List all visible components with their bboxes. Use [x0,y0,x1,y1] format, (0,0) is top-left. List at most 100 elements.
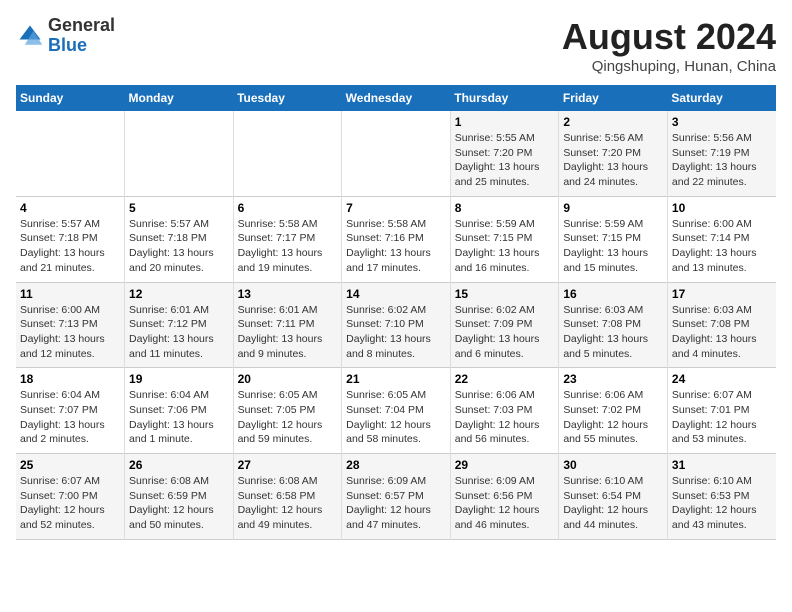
day-info: Sunrise: 6:07 AM Sunset: 7:00 PM Dayligh… [20,474,120,533]
header-cell-friday: Friday [559,85,668,111]
week-row-4: 18Sunrise: 6:04 AM Sunset: 7:07 PM Dayli… [16,368,776,454]
day-info: Sunrise: 6:02 AM Sunset: 7:09 PM Dayligh… [455,303,555,362]
calendar-cell: 30 Sunrise: 6:10 AM Sunset: 6:54 PM Dayli… [559,454,668,540]
day-number: 14 [346,287,446,301]
calendar-cell: 4 Sunrise: 5:57 AM Sunset: 7:18 PM Daylig… [16,196,125,282]
day-info: Sunrise: 6:02 AM Sunset: 7:10 PM Dayligh… [346,303,446,362]
calendar-cell [125,111,234,196]
calendar-cell: 15 Sunrise: 6:02 AM Sunset: 7:09 PM Dayli… [450,282,559,368]
day-number: 6 [238,201,338,215]
day-number: 7 [346,201,446,215]
calendar-cell: 26 Sunrise: 6:08 AM Sunset: 6:59 PM Dayli… [125,454,234,540]
calendar-cell: 25Sunrise: 6:07 AM Sunset: 7:00 PM Dayli… [16,454,125,540]
week-row-2: 4 Sunrise: 5:57 AM Sunset: 7:18 PM Daylig… [16,196,776,282]
calendar-cell: 27Sunrise: 6:08 AM Sunset: 6:58 PM Dayli… [233,454,342,540]
calendar-cell: 10Sunrise: 6:00 AM Sunset: 7:14 PM Dayli… [667,196,776,282]
day-number: 4 [20,201,120,215]
calendar-cell: 24 Sunrise: 6:07 AM Sunset: 7:01 PM Dayli… [667,368,776,454]
month-year-title: August 2024 [562,16,776,58]
calendar-cell: 22 Sunrise: 6:06 AM Sunset: 7:03 PM Dayli… [450,368,559,454]
calendar-cell: 31 Sunrise: 6:10 AM Sunset: 6:53 PM Dayli… [667,454,776,540]
day-info: Sunrise: 5:59 AM Sunset: 7:15 PM Dayligh… [563,217,663,276]
header-cell-sunday: Sunday [16,85,125,111]
day-info: Sunrise: 5:59 AM Sunset: 7:15 PM Dayligh… [455,217,555,276]
calendar-body: 1 Sunrise: 5:55 AM Sunset: 7:20 PM Daylig… [16,111,776,539]
calendar-cell: 2Sunrise: 5:56 AM Sunset: 7:20 PM Daylig… [559,111,668,196]
day-number: 26 [129,458,229,472]
day-number: 5 [129,201,229,215]
day-info: Sunrise: 6:09 AM Sunset: 6:56 PM Dayligh… [455,474,555,533]
day-number: 1 [455,115,555,129]
day-number: 22 [455,372,555,386]
day-number: 11 [20,287,120,301]
day-number: 10 [672,201,772,215]
day-number: 28 [346,458,446,472]
day-info: Sunrise: 6:04 AM Sunset: 7:06 PM Dayligh… [129,388,229,447]
calendar-cell: 29 Sunrise: 6:09 AM Sunset: 6:56 PM Dayli… [450,454,559,540]
day-number: 15 [455,287,555,301]
calendar-header: SundayMondayTuesdayWednesdayThursdayFrid… [16,85,776,111]
day-info: Sunrise: 5:57 AM Sunset: 7:18 PM Dayligh… [129,217,229,276]
day-number: 12 [129,287,229,301]
day-number: 29 [455,458,555,472]
week-row-5: 25Sunrise: 6:07 AM Sunset: 7:00 PM Dayli… [16,454,776,540]
day-info: Sunrise: 6:07 AM Sunset: 7:01 PM Dayligh… [672,388,772,447]
day-info: Sunrise: 6:08 AM Sunset: 6:59 PM Dayligh… [129,474,229,533]
day-info: Sunrise: 6:05 AM Sunset: 7:04 PM Dayligh… [346,388,446,447]
day-number: 30 [563,458,663,472]
calendar-cell: 3Sunrise: 5:56 AM Sunset: 7:19 PM Daylig… [667,111,776,196]
calendar-cell: 6 Sunrise: 5:58 AM Sunset: 7:17 PM Daylig… [233,196,342,282]
logo-icon [16,22,44,50]
calendar-cell: 17 Sunrise: 6:03 AM Sunset: 7:08 PM Dayli… [667,282,776,368]
day-number: 24 [672,372,772,386]
calendar-cell: 8 Sunrise: 5:59 AM Sunset: 7:15 PM Daylig… [450,196,559,282]
calendar-cell: 12 Sunrise: 6:01 AM Sunset: 7:12 PM Dayli… [125,282,234,368]
day-info: Sunrise: 6:03 AM Sunset: 7:08 PM Dayligh… [672,303,772,362]
calendar-cell: 19 Sunrise: 6:04 AM Sunset: 7:06 PM Dayli… [125,368,234,454]
day-info: Sunrise: 6:04 AM Sunset: 7:07 PM Dayligh… [20,388,120,447]
day-info: Sunrise: 6:05 AM Sunset: 7:05 PM Dayligh… [238,388,338,447]
day-number: 3 [672,115,772,129]
day-info: Sunrise: 6:01 AM Sunset: 7:12 PM Dayligh… [129,303,229,362]
logo-blue-text: Blue [48,35,87,55]
calendar-cell [16,111,125,196]
calendar-cell: 7Sunrise: 5:58 AM Sunset: 7:16 PM Daylig… [342,196,451,282]
calendar-cell: 21 Sunrise: 6:05 AM Sunset: 7:04 PM Dayli… [342,368,451,454]
calendar-cell: 13 Sunrise: 6:01 AM Sunset: 7:11 PM Dayli… [233,282,342,368]
header-cell-thursday: Thursday [450,85,559,111]
day-info: Sunrise: 5:58 AM Sunset: 7:17 PM Dayligh… [238,217,338,276]
day-number: 20 [238,372,338,386]
calendar-cell: 20 Sunrise: 6:05 AM Sunset: 7:05 PM Dayli… [233,368,342,454]
logo-general-text: General [48,15,115,35]
day-info: Sunrise: 6:00 AM Sunset: 7:13 PM Dayligh… [20,303,120,362]
day-info: Sunrise: 6:10 AM Sunset: 6:53 PM Dayligh… [672,474,772,533]
day-info: Sunrise: 6:06 AM Sunset: 7:02 PM Dayligh… [563,388,663,447]
title-block: August 2024 Qingshuping, Hunan, China [562,16,776,75]
day-number: 31 [672,458,772,472]
week-row-3: 11 Sunrise: 6:00 AM Sunset: 7:13 PM Dayli… [16,282,776,368]
day-number: 23 [563,372,663,386]
header-cell-monday: Monday [125,85,234,111]
day-number: 13 [238,287,338,301]
calendar-cell: 23 Sunrise: 6:06 AM Sunset: 7:02 PM Dayli… [559,368,668,454]
calendar-cell [233,111,342,196]
day-number: 17 [672,287,772,301]
calendar-cell: 18Sunrise: 6:04 AM Sunset: 7:07 PM Dayli… [16,368,125,454]
page-header: General Blue August 2024 Qingshuping, Hu… [16,16,776,75]
calendar-cell [342,111,451,196]
day-number: 8 [455,201,555,215]
day-info: Sunrise: 6:01 AM Sunset: 7:11 PM Dayligh… [238,303,338,362]
day-number: 21 [346,372,446,386]
day-info: Sunrise: 5:57 AM Sunset: 7:18 PM Dayligh… [20,217,120,276]
day-info: Sunrise: 5:55 AM Sunset: 7:20 PM Dayligh… [455,131,555,190]
day-info: Sunrise: 6:10 AM Sunset: 6:54 PM Dayligh… [563,474,663,533]
week-row-1: 1 Sunrise: 5:55 AM Sunset: 7:20 PM Daylig… [16,111,776,196]
header-cell-tuesday: Tuesday [233,85,342,111]
day-info: Sunrise: 6:06 AM Sunset: 7:03 PM Dayligh… [455,388,555,447]
calendar-table: SundayMondayTuesdayWednesdayThursdayFrid… [16,85,776,540]
calendar-cell: 9Sunrise: 5:59 AM Sunset: 7:15 PM Daylig… [559,196,668,282]
logo: General Blue [16,16,115,56]
day-number: 19 [129,372,229,386]
location-subtitle: Qingshuping, Hunan, China [562,58,776,75]
calendar-cell: 5 Sunrise: 5:57 AM Sunset: 7:18 PM Daylig… [125,196,234,282]
